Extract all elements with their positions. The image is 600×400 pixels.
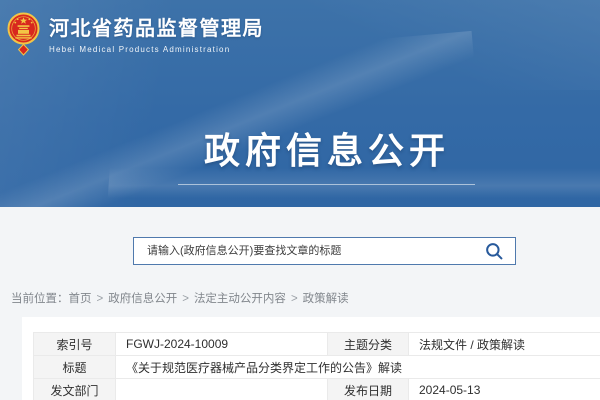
banner-heading: 政府信息公开 [0,122,600,174]
breadcrumb-separator: > [291,293,298,305]
banner-title-underline [178,184,475,185]
breadcrumb-item-gov-info[interactable]: 政府信息公开 [108,293,177,305]
search-input[interactable] [134,238,473,264]
publish-date-value: 2024-05-13 [409,379,600,400]
site-banner: 河北省药品监督管理局 Hebei Medical Products Admini… [0,0,600,207]
issuing-department-value [116,379,328,400]
breadcrumb-item-statutory-disclosure[interactable]: 法定主动公开内容 [194,293,286,305]
breadcrumb-item-home[interactable]: 首页 [69,293,92,305]
table-row: 索引号 FGWJ-2024-10009 主题分类 法规文件 / 政策解读 [34,333,600,356]
content-panel: 索引号 FGWJ-2024-10009 主题分类 法规文件 / 政策解读 标题 … [22,317,600,400]
search-button[interactable] [473,238,515,264]
table-row: 标题 《关于规范医疗器械产品分类界定工作的公告》解读 [34,356,600,379]
title-label: 标题 [34,356,116,379]
org-name-zh: 河北省药品监督管理局 [49,19,264,39]
search-icon [484,241,504,261]
publish-date-label: 发布日期 [328,379,409,400]
topic-category-value: 法规文件 / 政策解读 [409,333,600,356]
topic-category-label: 主题分类 [328,333,409,356]
search-box [133,237,516,265]
org-name-en: Hebei Medical Products Administration [49,45,264,54]
banner-title: 政府信息公开 [204,122,450,174]
index-number-label: 索引号 [34,333,116,356]
breadcrumb-label: 当前位置： [11,293,69,305]
breadcrumb-separator: > [97,293,104,305]
breadcrumb: 当前位置：首页 > 政府信息公开 > 法定主动公开内容 > 政策解读 [11,290,349,306]
search-section: 当前位置：首页 > 政府信息公开 > 法定主动公开内容 > 政策解读 [0,207,600,317]
title-value: 《关于规范医疗器械产品分类界定工作的公告》解读 [116,356,600,379]
document-info-table: 索引号 FGWJ-2024-10009 主题分类 法规文件 / 政策解读 标题 … [33,332,600,400]
org-name-block: 河北省药品监督管理局 Hebei Medical Products Admini… [49,11,264,54]
banner-wave-decoration [280,0,600,90]
breadcrumb-separator: > [182,293,189,305]
index-number-value: FGWJ-2024-10009 [116,333,328,356]
china-national-emblem-icon [7,11,40,56]
breadcrumb-item-policy-interpretation[interactable]: 政策解读 [303,293,349,305]
table-row: 发文部门 发布日期 2024-05-13 [34,379,600,400]
page: 河北省药品监督管理局 Hebei Medical Products Admini… [0,0,600,400]
site-logo[interactable]: 河北省药品监督管理局 Hebei Medical Products Admini… [7,11,264,56]
issuing-department-label: 发文部门 [34,379,116,400]
